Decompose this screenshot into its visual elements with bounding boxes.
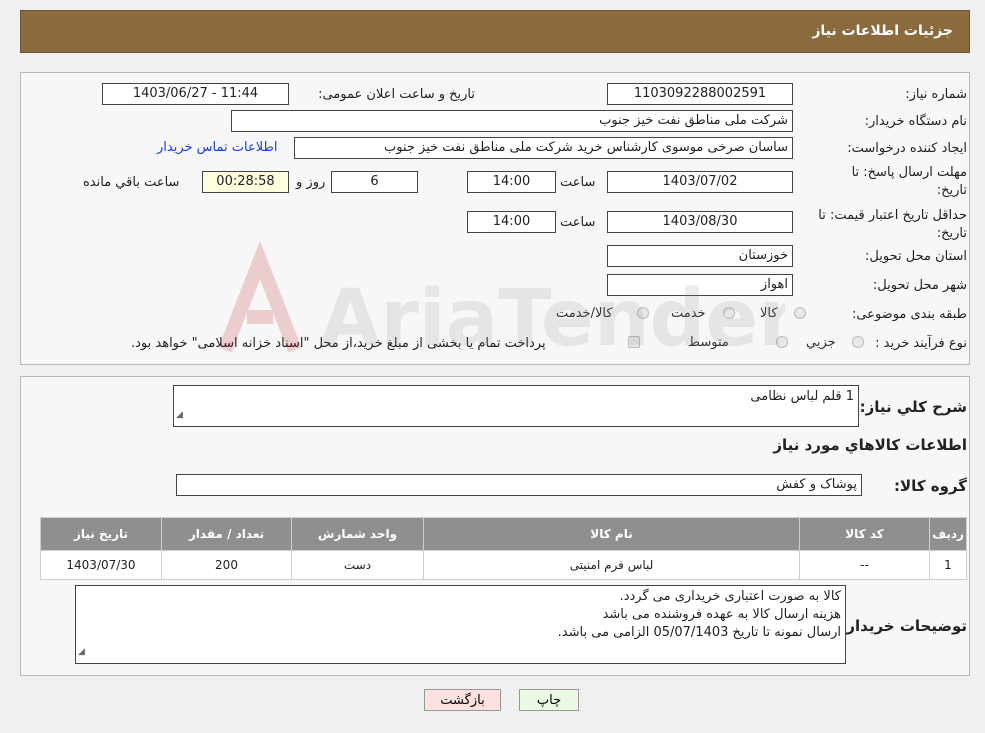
validity-label-2: تاریخ: (936, 226, 967, 241)
category-radio-service[interactable] (723, 307, 735, 319)
deadline-time-label: ساعت (560, 175, 596, 190)
category-radio-goods-service[interactable] (637, 307, 649, 319)
category-option-service: خدمت (671, 306, 706, 321)
requester-label: ایجاد کننده درخواست: (847, 141, 967, 156)
col-header-item-name: نام کالا (423, 517, 800, 551)
validity-date-field: 1403/08/30 (607, 211, 793, 233)
table-row: 1 -- لباس فرم امنیتی دست 200 1403/07/30 (40, 550, 967, 580)
items-section-title: اطلاعات کالاهاي مورد نياز (773, 436, 967, 454)
resize-grip-icon[interactable]: ◢ (176, 406, 183, 424)
validity-time-label: ساعت (560, 215, 596, 230)
need-number-label: شماره نیاز: (905, 87, 967, 102)
buyer-contact-link[interactable]: اطلاعات تماس خریدار (157, 140, 277, 155)
category-option-goods: کالا (760, 306, 778, 321)
page-title: جزئیات اطلاعات نیاز (812, 23, 953, 39)
cell-item-code: -- (799, 550, 930, 580)
validity-time-field: 14:00 (467, 211, 556, 233)
buyer-org-field: شرکت ملی مناطق نفت خیز جنوب (231, 110, 793, 132)
cell-need-date: 1403/07/30 (40, 550, 162, 580)
deadline-date-field: 1403/07/02 (607, 171, 793, 193)
category-label: طبقه بندی موضوعی: (851, 307, 967, 322)
city-field: اهواز (607, 274, 793, 296)
cell-item-name: لباس فرم امنیتی (423, 550, 800, 580)
goods-group-field: پوشاک و کفش (176, 474, 862, 496)
deadline-label: مهلت ارسال پاسخ: تا (851, 165, 967, 180)
back-button[interactable]: بازگشت (424, 689, 501, 711)
announce-label: تاریخ و ساعت اعلان عمومی: (318, 87, 475, 102)
remaining-time-field: 00:28:58 (202, 171, 289, 193)
print-button[interactable]: چاپ (519, 689, 579, 711)
need-description-textarea: 1 قلم لباس نظامی ◢ (173, 385, 859, 427)
buyer-note-line: هزینه ارسال کالا به عهده فروشنده می باشد (602, 607, 841, 622)
cell-row-number: 1 (929, 550, 967, 580)
days-label: روز و (296, 175, 326, 190)
col-header-unit: واحد شمارش (291, 517, 424, 551)
cell-quantity: 200 (161, 550, 292, 580)
col-header-item-code: کد کالا (799, 517, 930, 551)
items-table: رديف کد کالا نام کالا واحد شمارش تعداد /… (40, 517, 967, 580)
deadline-label-2: تاریخ: (936, 183, 967, 198)
validity-label: حداقل تاریخ اعتبار قیمت: تا (818, 208, 967, 223)
need-number-field: 1103092288002591 (607, 83, 793, 105)
col-header-row-number: رديف (929, 517, 967, 551)
city-label: شهر محل تحویل: (872, 278, 967, 293)
buyer-note-line: کالا به صورت اعتباری خریداری می گردد. (619, 589, 841, 604)
need-description-label: شرح کلي نياز: (859, 398, 967, 416)
process-radio-minor[interactable] (852, 336, 864, 348)
resize-grip-icon[interactable]: ◢ (78, 643, 85, 661)
deadline-time-field: 14:00 (467, 171, 556, 193)
col-header-quantity: تعداد / مقدار (161, 517, 292, 551)
category-option-goods-service: کالا/خدمت (556, 306, 613, 321)
requester-field: ساسان صرخی موسوی کارشناس خرید شرکت ملی م… (294, 137, 793, 159)
remaining-label: ساعت باقي مانده (83, 175, 180, 190)
buyer-note-line: ارسال نمونه تا تاریخ 05/07/1403 الزامی م… (557, 625, 841, 640)
cell-unit: دست (291, 550, 424, 580)
buyer-notes-label: توضیحات خریدار: (840, 617, 967, 635)
process-radio-medium[interactable] (776, 336, 788, 348)
province-label: استان محل تحویل: (865, 249, 967, 264)
process-label: نوع فرآیند خرید : (875, 336, 967, 351)
treasury-payment-checkbox[interactable] (628, 336, 640, 348)
category-radio-goods[interactable] (794, 307, 806, 319)
days-field: 6 (331, 171, 418, 193)
announce-field: 1403/06/27 - 11:44 (102, 83, 289, 105)
process-option-medium: متوسط (688, 335, 729, 350)
page-header: جزئیات اطلاعات نیاز (20, 10, 970, 53)
process-note: پرداخت تمام یا بخشی از مبلغ خرید،از محل … (131, 336, 546, 351)
buyer-org-label: نام دستگاه خریدار: (864, 114, 967, 129)
need-description-text: 1 قلم لباس نظامی (750, 389, 854, 404)
province-field: خوزستان (607, 245, 793, 267)
col-header-need-date: تاریخ نیاز (40, 517, 162, 551)
goods-group-label: گروه کالا: (894, 477, 967, 495)
table-header-row: رديف کد کالا نام کالا واحد شمارش تعداد /… (40, 517, 967, 551)
process-option-minor: جزیي (806, 335, 836, 350)
buyer-notes-textarea: کالا به صورت اعتباری خریداری می گردد. هز… (75, 585, 846, 664)
